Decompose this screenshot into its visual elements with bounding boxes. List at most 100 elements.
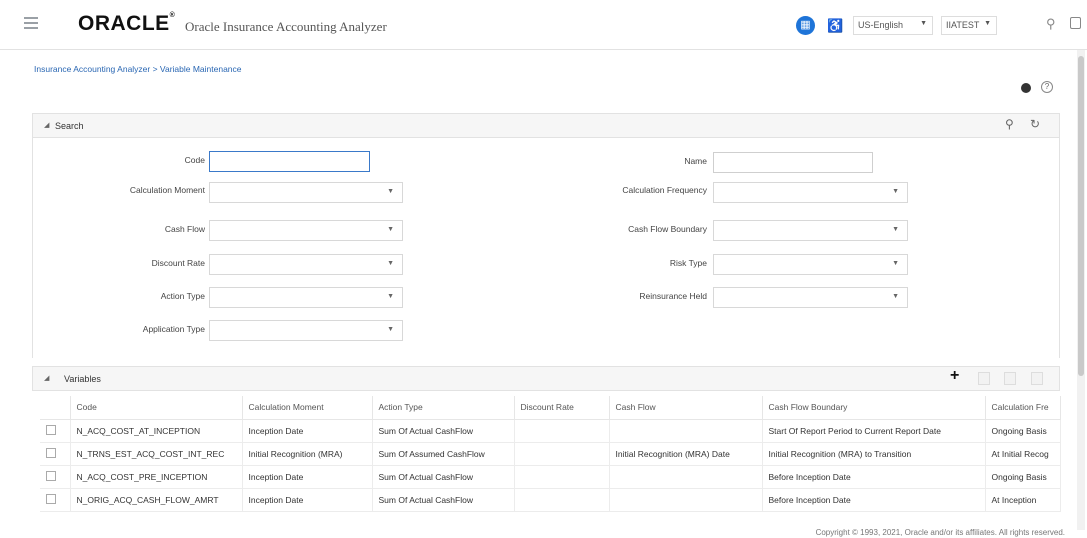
vertical-scrollbar[interactable] (1077, 50, 1085, 530)
application-type-select[interactable]: ▼ (209, 320, 403, 341)
column-header[interactable]: Cash Flow Boundary (762, 396, 986, 420)
accessibility-icon[interactable]: ♿ (827, 18, 843, 34)
reset-icon[interactable]: ↻ (1030, 117, 1040, 131)
calculation-moment-label: Calculation Moment (129, 185, 205, 195)
table-cell: Initial Recognition (MRA) (242, 442, 373, 466)
hamburger-menu-icon[interactable] (24, 17, 38, 32)
action-type-select[interactable]: ▼ (209, 287, 403, 308)
chevron-down-icon: ▼ (892, 260, 899, 267)
variables-panel-header[interactable]: ◢ Variables + (32, 366, 1060, 391)
row-checkbox-cell (40, 442, 71, 466)
chevron-down-icon: ▼ (892, 188, 899, 195)
apps-grid-icon[interactable]: ▦ (796, 16, 815, 35)
row-checkbox-cell (40, 465, 71, 489)
status-dot-icon[interactable] (1021, 83, 1031, 93)
risk-type-select[interactable]: ▼ (713, 254, 908, 275)
scrollbar-thumb[interactable] (1078, 56, 1084, 376)
column-header[interactable]: Calculation Moment (242, 396, 373, 420)
chevron-down-icon: ▼ (892, 226, 899, 233)
table-cell[interactable]: N_ORIG_ACQ_CASH_FLOW_AMRT (70, 488, 243, 512)
discount-rate-label: Discount Rate (151, 258, 205, 268)
delete-icon[interactable] (1031, 372, 1043, 385)
variables-title: Variables (64, 374, 101, 384)
cash-flow-boundary-select[interactable]: ▼ (713, 220, 908, 241)
table-cell (514, 442, 610, 466)
cash-flow-select[interactable]: ▼ (209, 220, 403, 241)
window-icon[interactable] (1070, 17, 1081, 29)
table-row[interactable]: N_ORIG_ACQ_CASH_FLOW_AMRT Inception Date… (40, 488, 1061, 512)
table-cell: Initial Recognition (MRA) to Transition (762, 442, 986, 466)
column-header[interactable]: Calculation Fre (985, 396, 1061, 420)
table-row[interactable]: N_ACQ_COST_PRE_INCEPTION Inception Date … (40, 465, 1061, 489)
table-cell: Sum Of Actual CashFlow (372, 488, 515, 512)
language-value: US-English (858, 20, 904, 30)
reinsurance-held-select[interactable]: ▼ (713, 287, 908, 308)
column-header[interactable]: Code (70, 396, 243, 420)
oracle-logo: ORACLE® (78, 12, 176, 35)
reinsurance-held-label: Reinsurance Held (639, 291, 707, 301)
row-checkbox[interactable] (46, 493, 56, 504)
calculation-moment-select[interactable]: ▼ (209, 182, 403, 203)
add-icon[interactable]: + (950, 367, 959, 385)
table-cell: Sum Of Actual CashFlow (372, 465, 515, 489)
collapse-icon[interactable]: ◢ (44, 121, 49, 129)
table-row[interactable]: N_TRNS_EST_ACQ_COST_INT_REC Initial Reco… (40, 442, 1061, 466)
chevron-down-icon: ▼ (387, 293, 394, 300)
column-header[interactable]: Action Type (372, 396, 515, 420)
table-cell (609, 488, 763, 512)
table-cell: Before Inception Date (762, 465, 986, 489)
chevron-down-icon: ▼ (984, 20, 991, 27)
breadcrumb[interactable]: Insurance Accounting Analyzer > Variable… (34, 64, 242, 74)
copy-icon[interactable] (1004, 372, 1016, 385)
cash-flow-label: Cash Flow (164, 224, 205, 234)
row-checkbox[interactable] (46, 424, 56, 435)
calculation-frequency-select[interactable]: ▼ (713, 182, 908, 203)
row-checkbox[interactable] (46, 470, 56, 481)
table-cell[interactable]: N_ACQ_COST_AT_INCEPTION (70, 419, 243, 443)
table-cell: At Inception (985, 488, 1061, 512)
table-cell: Ongoing Basis (985, 465, 1061, 489)
table-row[interactable]: N_ACQ_COST_AT_INCEPTION Inception Date S… (40, 419, 1061, 443)
calculation-frequency-label: Calculation Frequency (622, 185, 707, 195)
search-icon[interactable]: ⚲ (1005, 117, 1014, 131)
row-checkbox-cell (40, 488, 71, 512)
row-checkbox-cell (40, 419, 71, 443)
search-title: Search (55, 121, 84, 131)
chevron-down-icon: ▼ (387, 226, 394, 233)
table-cell[interactable]: N_ACQ_COST_PRE_INCEPTION (70, 465, 243, 489)
action-type-label: Action Type (160, 291, 205, 301)
risk-type-label: Risk Type (669, 258, 707, 268)
table-cell: Inception Date (242, 465, 373, 489)
table-cell[interactable]: N_TRNS_EST_ACQ_COST_INT_REC (70, 442, 243, 466)
table-cell: Before Inception Date (762, 488, 986, 512)
search-panel-header[interactable]: ◢ Search ⚲ ↻ (32, 113, 1060, 138)
table-cell: Sum Of Assumed CashFlow (372, 442, 515, 466)
app-title: Oracle Insurance Accounting Analyzer (185, 19, 387, 34)
discount-rate-select[interactable]: ▼ (209, 254, 403, 275)
column-header[interactable]: Cash Flow (609, 396, 763, 420)
chevron-down-icon: ▼ (920, 20, 927, 27)
chevron-down-icon: ▼ (387, 260, 394, 267)
user-menu[interactable]: IIATEST ▼ (941, 16, 997, 35)
collapse-icon[interactable]: ◢ (44, 374, 49, 382)
code-label: Code (184, 155, 205, 165)
row-checkbox[interactable] (46, 447, 56, 458)
table-cell (514, 488, 610, 512)
table-cell: At Initial Recog (985, 442, 1061, 466)
table-cell (514, 465, 610, 489)
search-form: Code Calculation Moment ▼ Cash Flow ▼ Di… (32, 138, 1060, 358)
table-header-row: Code Calculation Moment Action Type Disc… (40, 396, 1061, 420)
person-icon[interactable]: ⚲ (1046, 16, 1056, 32)
table-cell: Sum Of Actual CashFlow (372, 419, 515, 443)
table-cell (514, 419, 610, 443)
help-icon[interactable]: ? (1041, 81, 1053, 93)
code-input[interactable] (209, 151, 370, 172)
edit-icon[interactable] (978, 372, 990, 385)
language-select[interactable]: US-English ▼ (853, 16, 933, 35)
table-cell: Start Of Report Period to Current Report… (762, 419, 986, 443)
user-name: IIATEST (946, 20, 980, 30)
copyright-text: Copyright © 1993, 2021, Oracle and/or it… (815, 528, 1065, 537)
application-type-label: Application Type (142, 324, 205, 334)
column-header[interactable]: Discount Rate (514, 396, 610, 420)
name-input[interactable] (713, 152, 873, 173)
